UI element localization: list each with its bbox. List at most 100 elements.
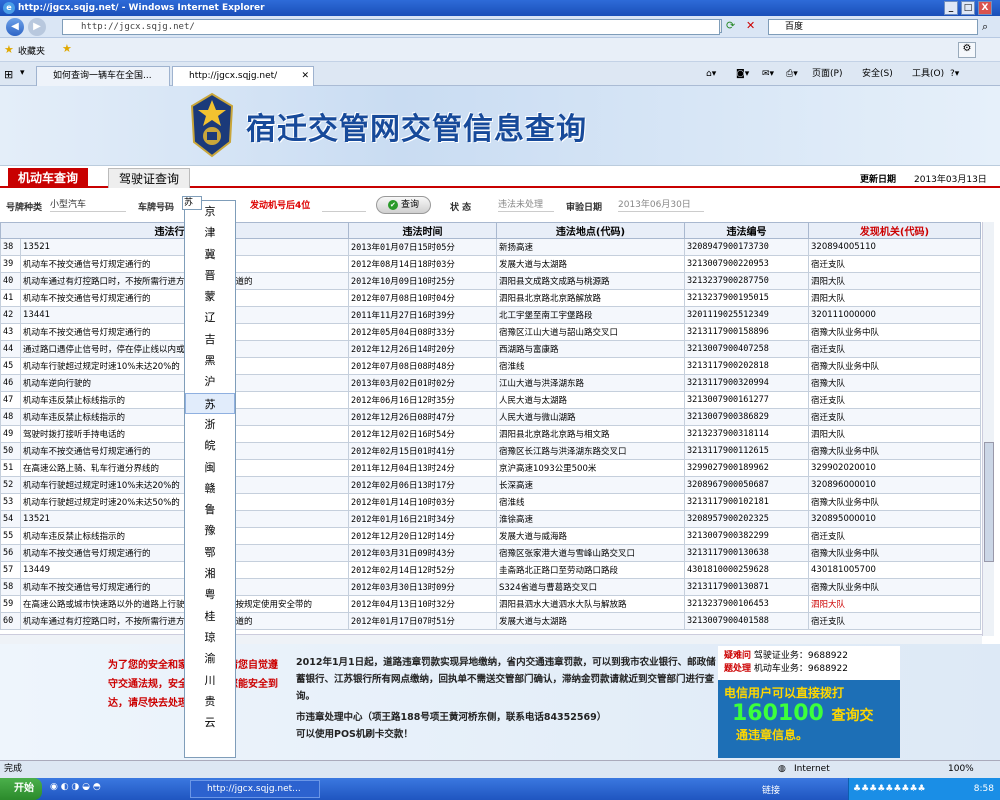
plate-prefix-select[interactable]: 苏 [182,196,202,210]
table-horizontal-scrollbar[interactable] [0,634,982,644]
tab-vehicle-query[interactable]: 机动车查询 [8,168,89,188]
violation-table: 违法行为 违法时间 违法地点(代码) 违法编号 发现机关(代码) 38 13521… [0,222,982,636]
province-option[interactable]: 赣 [185,478,235,499]
forward-button[interactable]: ▶ [28,18,46,36]
tab-license-query[interactable]: 驾驶证查询 [108,168,191,188]
hotline1-label: 疑难问 [724,651,752,661]
violation-code: 3213007900382299 [684,527,809,545]
stop-icon[interactable]: ✕ [746,19,755,32]
mail-icon[interactable]: ✉▾ [762,66,774,82]
tab-row: ⊞ ▾ 如何查询一辆车在全国... http://jgcx.sqjg.net/ … [0,62,1000,86]
query-button[interactable]: ✔ 查询 [376,196,431,214]
home-icon[interactable]: ⌂▾ [706,66,716,82]
issuing-office: 宿豫大队业务中队 [808,544,981,562]
refresh-icon[interactable]: ⟳ [726,19,735,32]
province-option[interactable]: 鲁 [185,499,235,520]
tab-previous[interactable]: 如何查询一辆车在全国... [36,66,170,86]
violation-place: 泗阳县北京路北京路与相文路 [496,425,685,443]
province-option[interactable]: 桂 [185,606,235,627]
hotline-header: 疑难问 驾驶证业务：9688922 题处理 机动车业务：9688922 [718,646,900,680]
province-option[interactable]: 苏 [185,392,235,414]
tray-icons[interactable]: ♣♣♣♣♣♣♣♣♣ [853,778,926,800]
violation-time: 2011年11月27日16时39分 [348,306,497,324]
violation-code: 3213117900158896 [684,323,809,341]
province-option[interactable]: 津 [185,222,235,243]
violation-code: 3213237900318114 [684,425,809,443]
favorites-bar: ★ 收藏夹 ★ ⚙ [0,38,1000,62]
engine-number-label: 发动机号后4位 [250,201,311,211]
province-dropdown[interactable]: 京津冀晋蒙辽吉黑沪苏浙皖闽赣鲁豫鄂湘粤桂琼渝川贵云 [184,200,236,758]
help-icon[interactable]: ?▾ [950,66,959,82]
province-option[interactable]: 渝 [185,648,235,669]
province-option[interactable]: 豫 [185,520,235,541]
violation-time: 2012年05月04日08时33分 [348,323,497,341]
violation-code: 3213117900112615 [684,442,809,460]
tab-list-icon[interactable]: ▾ [20,68,25,78]
province-option[interactable]: 黑 [185,350,235,371]
close-tab-icon[interactable]: ✕ [301,67,309,85]
province-option[interactable]: 冀 [185,244,235,265]
tools-gear-icon[interactable]: ⚙ [958,42,976,58]
links-label[interactable]: 链接 [762,783,780,796]
province-option[interactable]: 蒙 [185,286,235,307]
tab-current[interactable]: http://jgcx.sqjg.net/ ✕ [172,66,314,86]
table-vertical-scrollbar[interactable] [982,222,994,636]
violation-code: 3213007900161277 [684,391,809,409]
violation-code: 3213117900130638 [684,544,809,562]
province-option[interactable]: 贵 [185,691,235,712]
province-option[interactable]: 湘 [185,563,235,584]
scrollbar-thumb[interactable] [984,442,994,562]
plate-type-select[interactable]: 小型汽车 [50,198,126,212]
violation-place: 北工宇堡至南工宇堡路段 [496,306,685,324]
minimize-button[interactable]: _ [944,1,958,15]
maximize-button[interactable]: □ [961,1,975,15]
start-button[interactable]: 开始 [0,778,42,800]
print-icon[interactable]: ⎙▾ [786,66,798,82]
violation-place: 宿豫区长江路与洪泽湖东路交叉口 [496,442,685,460]
province-option[interactable]: 琼 [185,627,235,648]
feeds-icon[interactable]: ◙▾ [736,66,749,82]
province-option[interactable]: 川 [185,670,235,691]
province-option[interactable]: 粤 [185,584,235,605]
province-option[interactable]: 云 [185,712,235,733]
issuing-office: 宿豫大队业务中队 [808,357,981,375]
zoom-level[interactable]: 100% [948,761,974,777]
province-option[interactable]: 闽 [185,457,235,478]
engine-number-input[interactable] [322,198,366,212]
province-option[interactable]: 辽 [185,307,235,328]
violation-code: 4301810000259628 [684,561,809,579]
violation-place: 发展大道与太湖路 [496,612,685,630]
back-button[interactable]: ◀ [6,18,24,36]
violation-place: 泗阳县文成路文成路与桃源路 [496,272,685,290]
taskbar-ie-window[interactable]: http://jgcx.sqjg.net... [190,780,320,798]
review-date-value: 2013年06月30日 [618,198,704,212]
promo-line-2: 通违章信息。 [736,728,809,742]
row-number: 51 [0,459,21,477]
province-option[interactable]: 皖 [185,435,235,456]
table-row: 57 13449 2012年02月14日12时52分 圭斋路北正路口至劳动路口路段 43… [0,561,981,579]
add-favorite-icon[interactable]: ★ [62,42,72,55]
violation-place: 京沪高速1093公里500米 [496,459,685,477]
table-row: 38 13521 2013年01月07日15时05分 新扬高速 320894790017… [0,238,981,256]
search-icon[interactable]: ⌕ [982,20,988,34]
update-date-value: 2013年03月13日 [914,175,987,185]
province-option[interactable]: 沪 [185,371,235,392]
address-bar[interactable]: http://jgcx.sqjg.net/ [62,19,720,35]
province-option[interactable]: 晋 [185,265,235,286]
province-option[interactable]: 鄂 [185,542,235,563]
quick-launch-icons[interactable]: ◉ ◐ ◑ ◒ ◓ [50,782,101,792]
violation-time: 2012年03月31日09时43分 [348,544,497,562]
province-option[interactable]: 吉 [185,329,235,350]
issuing-office: 宿迁支队 [808,612,981,630]
search-input[interactable]: 百度 [768,19,978,35]
tools-menu[interactable]: 工具(O) [912,66,944,82]
safety-menu[interactable]: 安全(S) [862,66,893,82]
col-header-time: 违法时间 [348,222,497,239]
province-option[interactable]: 浙 [185,414,235,435]
favorites-button[interactable]: 收藏夹 [18,44,45,57]
close-window-button[interactable]: X [978,1,992,15]
quick-tabs-icon[interactable]: ⊞ [4,68,13,81]
violation-time: 2012年12月26日08时47分 [348,408,497,426]
page-menu[interactable]: 页面(P) [812,66,842,82]
row-number: 58 [0,578,21,596]
